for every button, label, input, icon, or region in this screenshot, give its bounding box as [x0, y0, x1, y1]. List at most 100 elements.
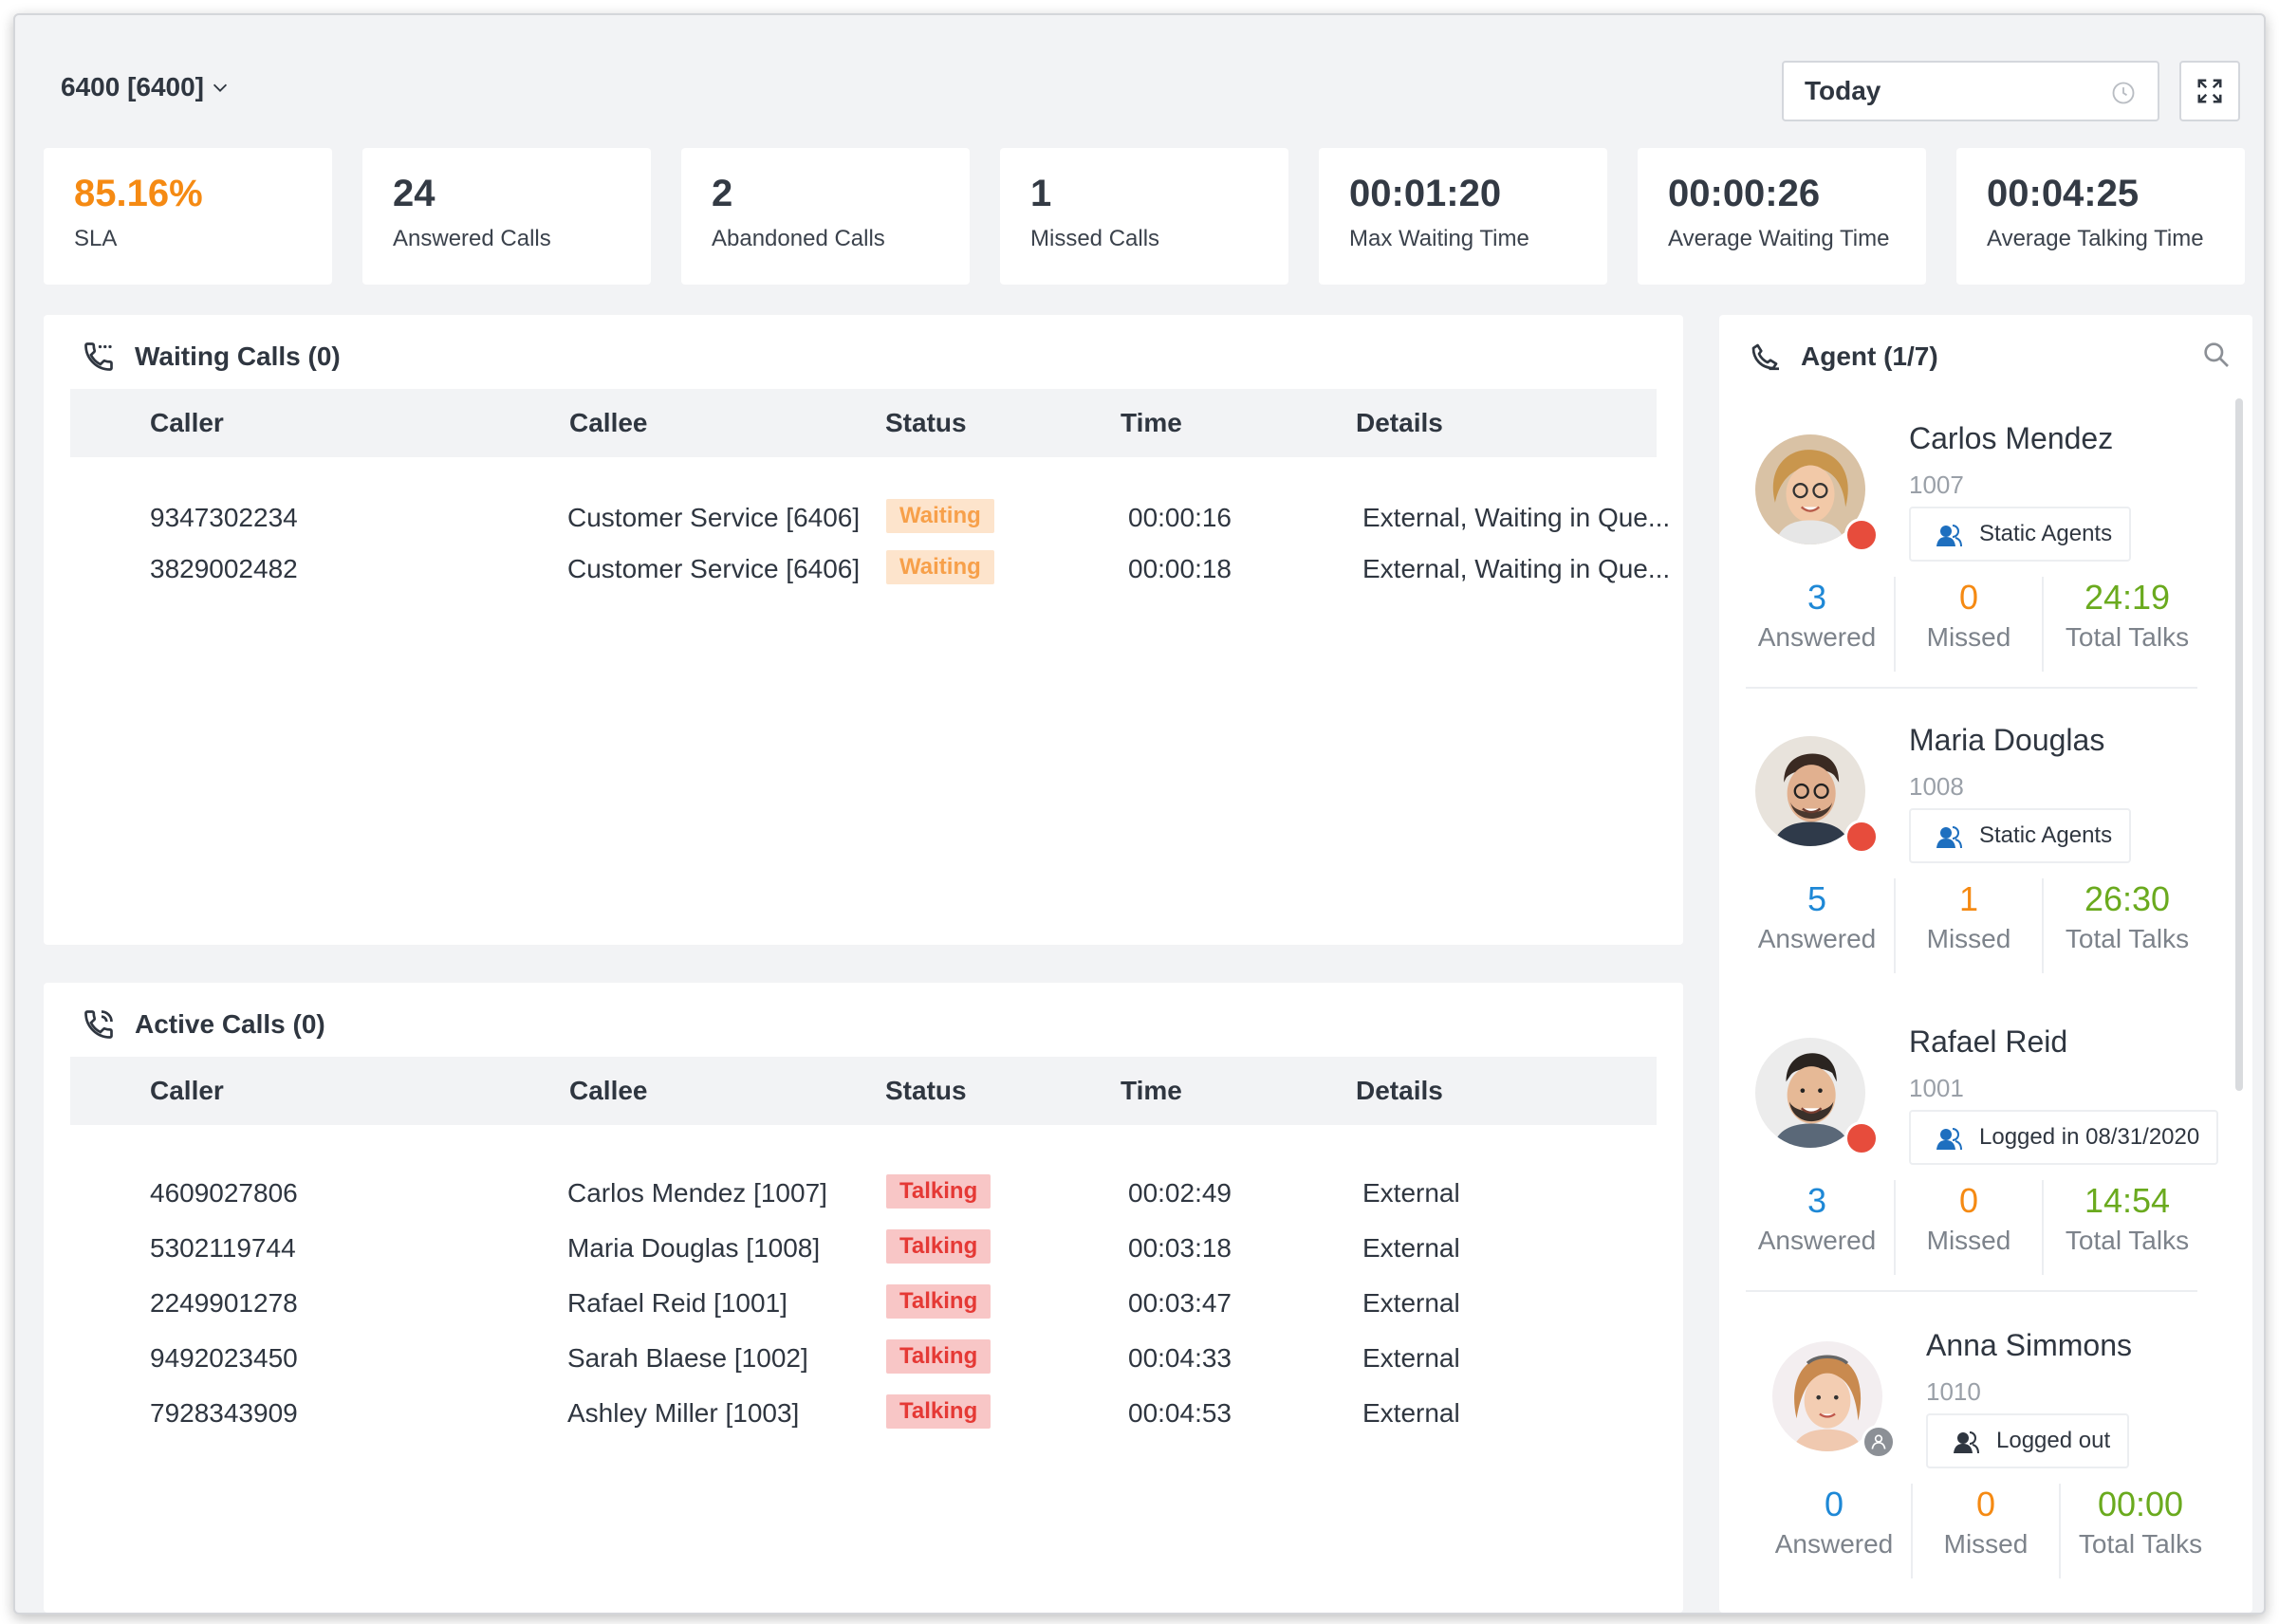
answered-count: 5 [1807, 879, 1827, 918]
status-badge: Waiting [886, 499, 994, 533]
date-range-value: Today [1805, 76, 1881, 105]
waiting-calls-title: Waiting Calls (0) [82, 340, 341, 374]
details-cell: External [1362, 1398, 1460, 1428]
column-caller: Caller [150, 1076, 224, 1105]
stat-card-avg-talking: 00:04:25 Average Talking Time [1956, 148, 2245, 285]
missed-count: 0 [1958, 578, 1979, 617]
callee-cell: Ashley Miller [1003] [567, 1398, 800, 1428]
agent-role-badge: Logged in 08/31/2020 [1909, 1110, 2219, 1165]
column-status: Status [885, 1076, 967, 1105]
table-row[interactable]: 5302119744 Maria Douglas [1008] Talking … [70, 1224, 1657, 1273]
time-cell: 00:04:53 [1128, 1398, 1232, 1428]
details-cell: External, Waiting in Que... [1362, 554, 1671, 583]
missed-label: Missed [1926, 924, 2011, 953]
agent-list-scrollbar[interactable] [2235, 398, 2243, 1091]
active-calls-title-text: Active Calls (0) [135, 1009, 325, 1039]
stat-card-missed: 1 Missed Calls [1000, 148, 1288, 285]
agent-stats: 0 Answered 0 Missed 00:00 Total Talks [1757, 1484, 2228, 1578]
agent-role-text: Logged in 08/31/2020 [1979, 1124, 2200, 1150]
column-time: Time [1121, 408, 1182, 437]
time-cell: 00:03:18 [1128, 1233, 1232, 1263]
total-talks-stat: 26:30 Total Talks [2042, 878, 2211, 973]
agent-divider [1746, 1290, 2197, 1292]
callee-cell: Sarah Blaese [1002] [567, 1343, 808, 1373]
users-icon [1936, 525, 1962, 547]
table-row[interactable]: 9347302234 Customer Service [6406] Waiti… [70, 493, 1670, 543]
dashboard-window: 6400 [6400] Today 85.16% SLA 24 Answered… [13, 13, 2266, 1615]
agent-panel-title-text: Agent (1/7) [1801, 341, 1938, 371]
stat-card-sla: 85.16% SLA [44, 148, 332, 285]
table-row[interactable]: 7928343909 Ashley Miller [1003] Talking … [70, 1389, 1657, 1438]
callee-cell: Customer Service [6406] [567, 503, 861, 532]
column-callee: Callee [569, 408, 648, 437]
answered-label: Answered [1757, 924, 1877, 953]
agent-card[interactable]: Maria Douglas 1008 Static Agents 5 Answer… [1740, 708, 2222, 996]
agent-stats: 5 Answered 1 Missed 26:30 Total Talks [1740, 878, 2211, 973]
missed-count: 1 [1958, 879, 1979, 918]
total-talks-value: 14:54 [2084, 1181, 2171, 1220]
details-cell: External [1362, 1343, 1460, 1373]
stat-card-avg-waiting: 00:00:26 Average Waiting Time [1638, 148, 1926, 285]
total-talks-stat: 24:19 Total Talks [2042, 577, 2211, 672]
caller-cell: 9347302234 [150, 503, 298, 532]
answered-count: 3 [1807, 578, 1827, 617]
status-badge: Talking [886, 1394, 991, 1429]
details-cell: External, Waiting in Que... [1362, 503, 1671, 532]
stat-value: 24 [393, 173, 435, 214]
fullscreen-button[interactable] [2179, 61, 2240, 121]
caller-cell: 4609027806 [150, 1178, 298, 1208]
total-talks-value: 24:19 [2084, 578, 2171, 617]
agent-role-badge: Static Agents [1909, 808, 2132, 863]
table-row[interactable]: 4609027806 Carlos Mendez [1007] Talking … [70, 1169, 1657, 1218]
agent-card[interactable]: Rafael Reid 1001 Logged in 08/31/2020 3 A… [1740, 1009, 2222, 1298]
stat-value: 1 [1030, 173, 1052, 214]
missed-stat: 0 Missed [1911, 1484, 2059, 1578]
agent-stats: 3 Answered 0 Missed 14:54 Total Talks [1740, 1180, 2211, 1275]
table-row[interactable]: 9492023450 Sarah Blaese [1002] Talking 0… [70, 1334, 1657, 1383]
active-table-header: Caller Callee Status Time Details [70, 1057, 1657, 1125]
missed-stat: 0 Missed [1894, 577, 2042, 672]
phone-waiting-icon [84, 342, 113, 371]
queue-selector-label: 6400 [6400] [61, 72, 205, 102]
table-row[interactable]: 3829002482 Customer Service [6406] Waiti… [70, 544, 1670, 594]
waiting-calls-panel: Waiting Calls (0) Caller Callee Status T… [44, 315, 1683, 945]
queue-selector[interactable]: 6400 [6400] [61, 72, 231, 102]
status-badge: Talking [886, 1174, 991, 1209]
stat-label: Answered Calls [393, 226, 551, 251]
agent-role-text: Logged out [1996, 1428, 2111, 1453]
table-row[interactable]: 2249901278 Rafael Reid [1001] Talking 00… [70, 1279, 1657, 1328]
column-details: Details [1356, 408, 1443, 437]
agent-divider [1746, 687, 2197, 689]
agent-card[interactable]: Anna Simmons 1010 Logged out 0 Answered 0… [1757, 1313, 2239, 1601]
status-badge: Waiting [886, 550, 994, 584]
users-icon [1954, 1431, 1979, 1454]
active-calls-title: Active Calls (0) [82, 1007, 325, 1042]
answered-stat: 5 Answered [1740, 878, 1894, 973]
users-icon [1936, 826, 1962, 849]
stat-value: 85.16% [74, 173, 203, 214]
missed-stat: 0 Missed [1894, 1180, 2042, 1275]
caller-cell: 7928343909 [150, 1398, 298, 1428]
date-range-select[interactable]: Today [1782, 61, 2159, 121]
stat-card-abandoned: 2 Abandoned Calls [681, 148, 970, 285]
answered-label: Answered [1774, 1529, 1894, 1559]
time-cell: 00:03:47 [1128, 1288, 1232, 1318]
total-talks-stat: 00:00 Total Talks [2059, 1484, 2220, 1578]
users-icon [1936, 1128, 1962, 1151]
agent-name: Maria Douglas [1909, 723, 2105, 757]
details-cell: External [1362, 1178, 1460, 1208]
stat-value: 2 [712, 173, 733, 214]
search-icon[interactable] [2201, 340, 2232, 370]
active-calls-panel: Active Calls (0) Caller Callee Status Ti… [44, 983, 1683, 1613]
agent-card[interactable]: Carlos Mendez 1007 Static Agents 3 Answer… [1740, 406, 2222, 694]
missed-label: Missed [1943, 1529, 2029, 1559]
stat-value: 00:04:25 [1987, 173, 2140, 214]
stat-card-answered: 24 Answered Calls [362, 148, 651, 285]
agent-extension: 1001 [1909, 1074, 1964, 1102]
agent-stats: 3 Answered 0 Missed 24:19 Total Talks [1740, 577, 2211, 672]
stat-card-max-waiting: 00:01:20 Max Waiting Time [1319, 148, 1607, 285]
busy-status-icon [1844, 518, 1879, 552]
answered-count: 3 [1807, 1181, 1827, 1220]
callee-cell: Customer Service [6406] [567, 554, 861, 583]
phone-active-icon [84, 1010, 113, 1039]
